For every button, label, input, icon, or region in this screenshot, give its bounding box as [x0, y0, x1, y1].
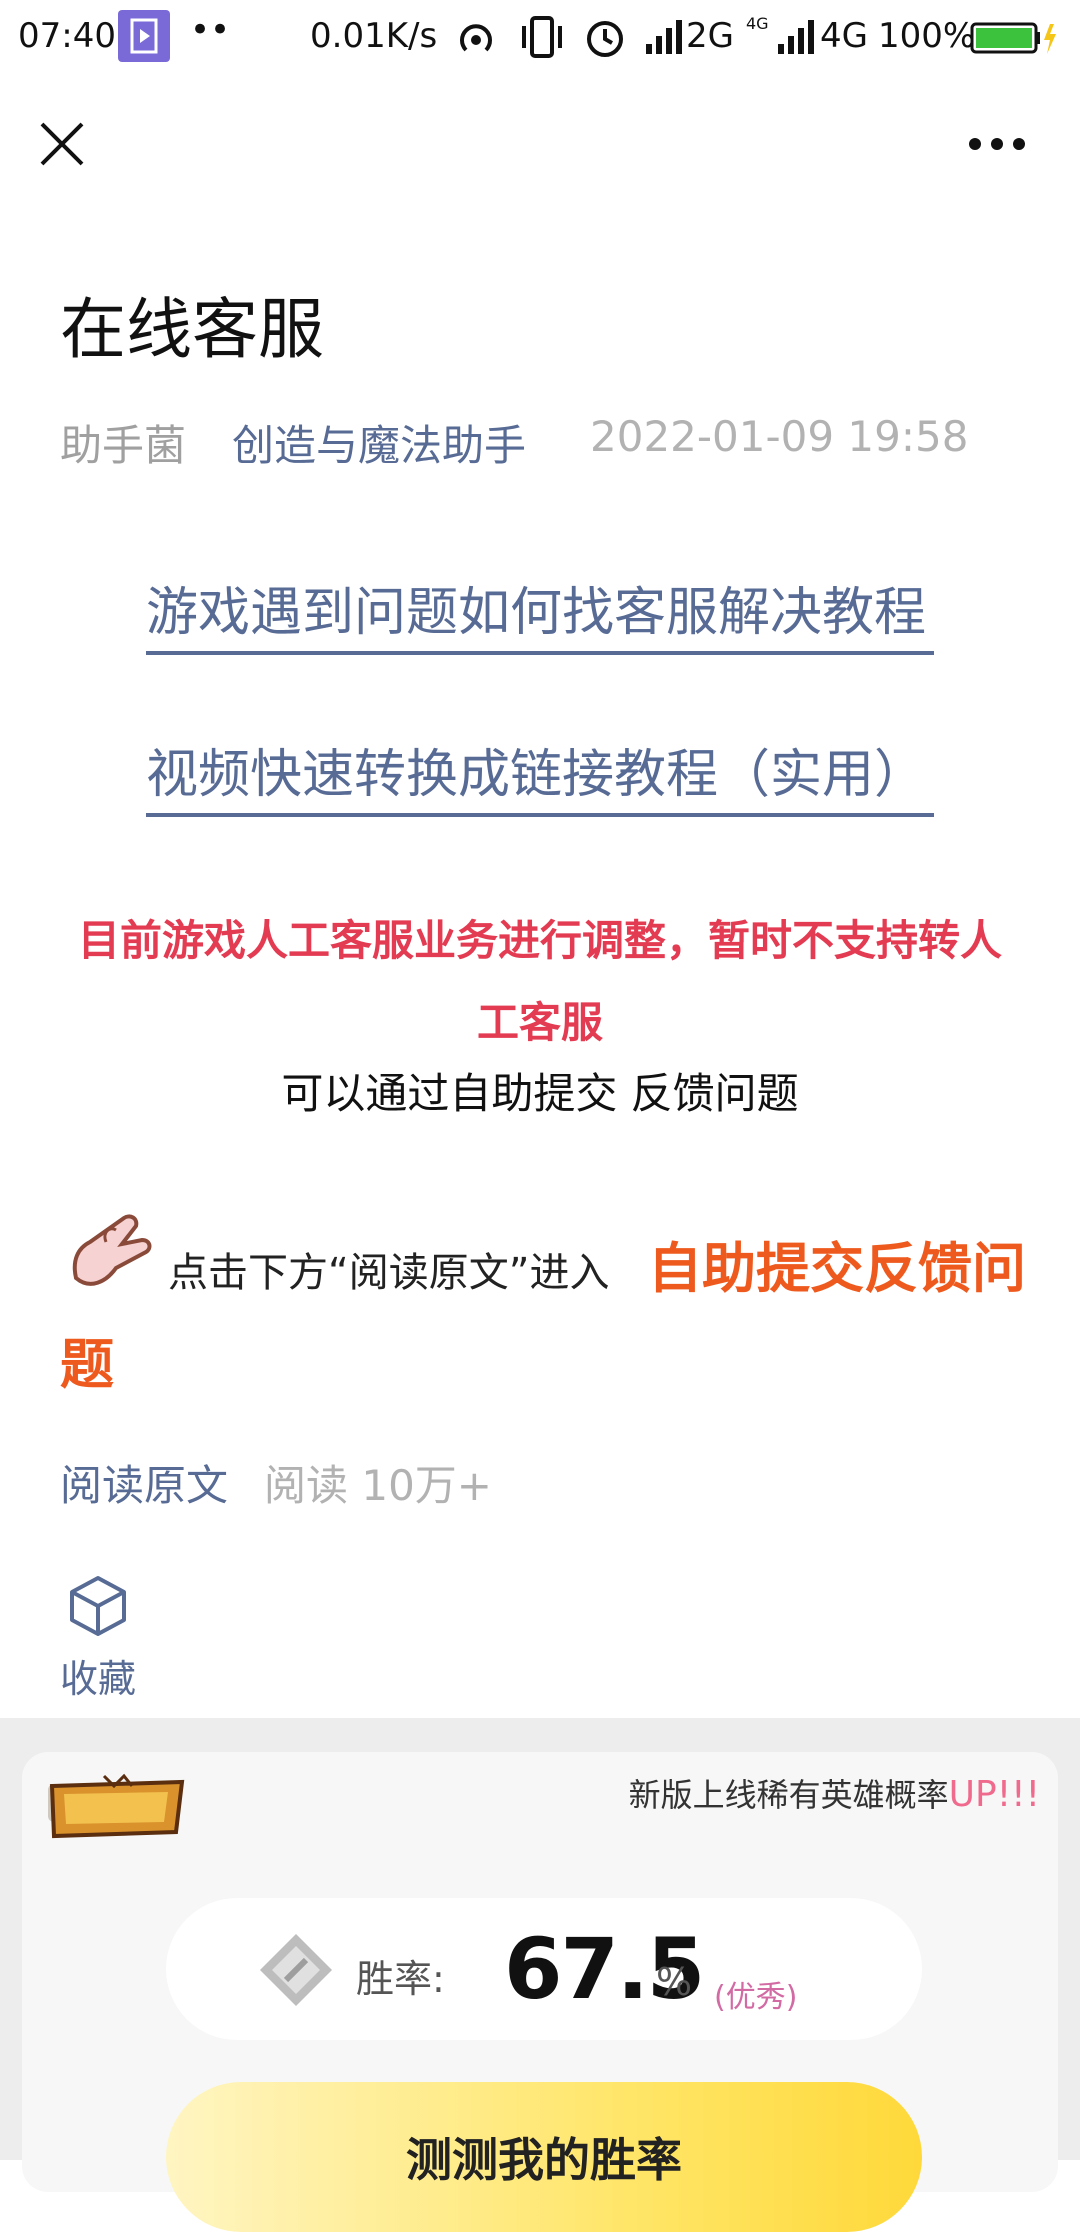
battery-percent: 100% — [878, 16, 976, 56]
alarm-icon — [582, 14, 628, 60]
article-title: 在线客服 — [60, 291, 324, 368]
winrate-grade: (优秀) — [714, 1980, 798, 2015]
service-adjustment-notice: 目前游戏人工客服业务进行调整，暂时不支持转人工客服 — [77, 916, 1002, 1047]
more-options-icon[interactable] — [966, 120, 1028, 168]
status-dots: •• — [190, 10, 231, 50]
tutorial-link-customer-service[interactable]: 游戏遇到问题如何找客服解决教程 — [146, 570, 934, 655]
signal-4g-small-label: 4G — [746, 14, 769, 33]
read-count: 阅读 10万+ — [264, 1461, 492, 1510]
signal-bars-icon — [644, 18, 684, 56]
favorite-label[interactable]: 收藏 — [60, 1648, 136, 1703]
hotspot-icon — [454, 16, 498, 60]
read-original-instruction: 点击下方“阅读原文”进入 — [168, 1250, 610, 1296]
ad-slogan-up: UP!!! — [948, 1774, 1040, 1815]
ad-slogan-text: 新版上线稀有英雄概率 — [628, 1776, 949, 1814]
status-bar: 07:40 •• 0.01K/s 2G 4G 4G 100% — [0, 0, 1080, 72]
status-time: 07:40 — [18, 16, 116, 56]
ad-slogan: 新版上线稀有英雄概率UP!!! — [629, 1770, 1040, 1816]
signal-4g-label: 4G — [820, 16, 868, 56]
game-logo — [44, 1770, 188, 1846]
publish-date: 2022-01-09 19:58 — [590, 412, 969, 461]
battery-icon — [970, 20, 1060, 56]
read-original-link[interactable]: 阅读原文 — [60, 1452, 228, 1513]
close-icon[interactable] — [36, 118, 88, 170]
winrate-unit: % — [656, 1960, 693, 2004]
winrate-label: 胜率: — [356, 1957, 445, 2001]
self-service-hint: 可以通过自助提交 反馈问题 — [281, 1069, 799, 1118]
pointing-hand-icon — [66, 1208, 156, 1298]
test-winrate-button-label[interactable]: 测测我的胜率 — [166, 2124, 922, 2190]
favorite-cube-icon[interactable] — [66, 1574, 130, 1638]
self-submit-feedback-highlight-end: 题 — [60, 1333, 114, 1396]
rank-diamond-icon — [258, 1932, 334, 2008]
signal-bars-icon-2 — [776, 18, 816, 56]
network-speed: 0.01K/s — [310, 16, 438, 56]
account-name-link[interactable]: 创造与魔法助手 — [232, 412, 526, 473]
vibrate-icon — [518, 14, 566, 60]
self-submit-feedback-highlight: 自助提交反馈问 — [648, 1237, 1026, 1300]
signal-2g-label: 2G — [686, 16, 734, 56]
tutorial-link-video-convert[interactable]: 视频快速转换成链接教程（实用） — [146, 732, 934, 817]
article-author: 助手菌 — [60, 421, 187, 470]
video-app-icon — [118, 10, 170, 62]
